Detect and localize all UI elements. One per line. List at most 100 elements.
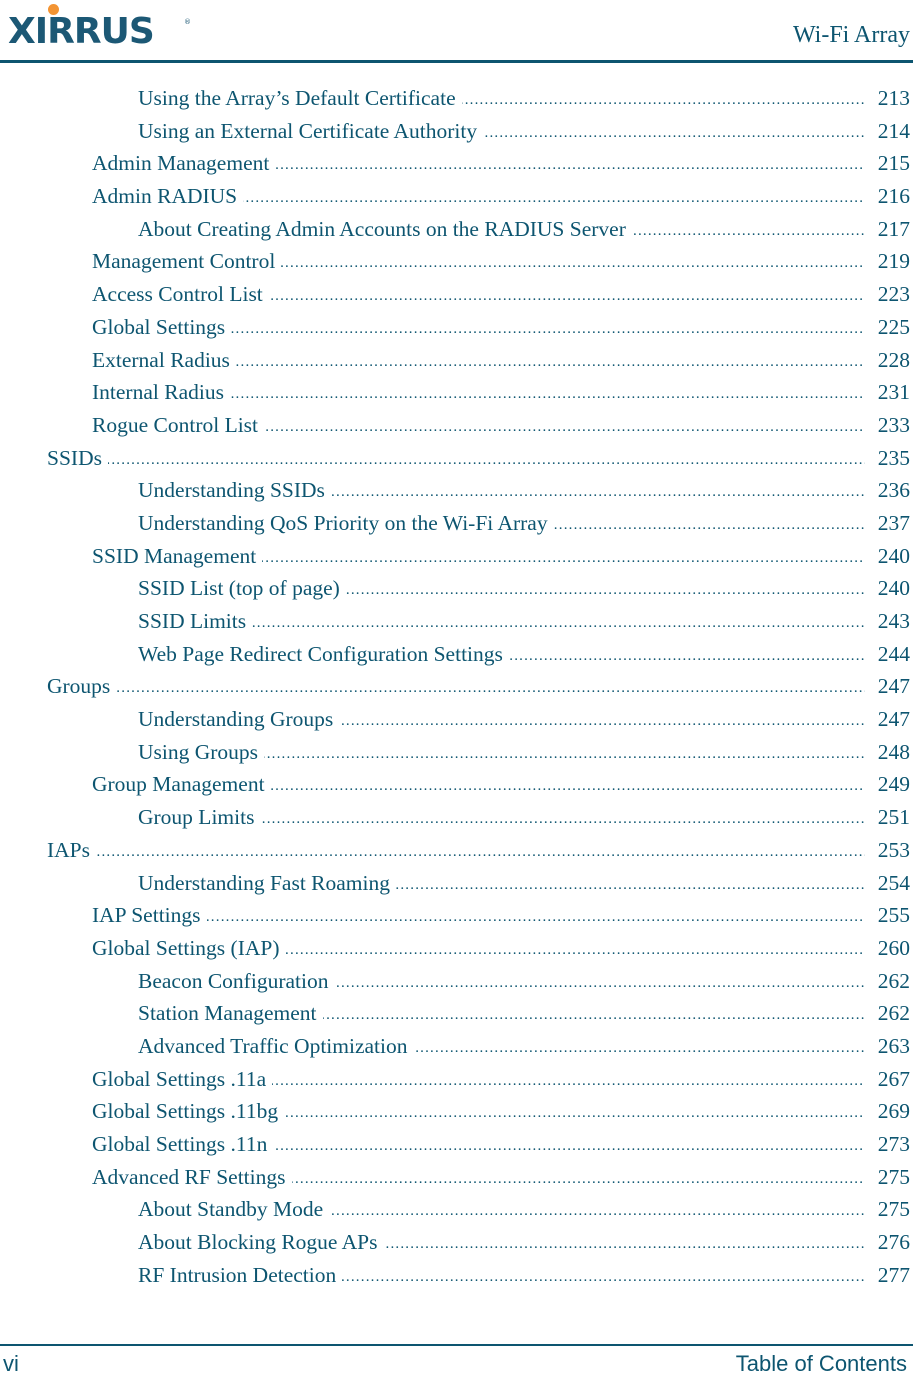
toc-entry[interactable]: ........................................… <box>0 245 913 278</box>
toc-entry-title[interactable]: Global Settings (IAP) <box>92 935 286 960</box>
toc-entry[interactable]: ........................................… <box>0 801 913 834</box>
toc-entry-title[interactable]: About Blocking Rogue APs <box>138 1230 384 1255</box>
toc-entry-page[interactable]: 263 <box>872 1029 910 1062</box>
toc-entry[interactable]: ........................................… <box>0 572 913 605</box>
toc-entry[interactable]: ........................................… <box>0 343 913 377</box>
toc-entry-title[interactable]: Using an External Certificate Authority <box>138 118 484 143</box>
toc-entry-title[interactable]: Group Management <box>92 772 271 797</box>
toc-entry-title[interactable]: Group Limits <box>138 805 261 830</box>
toc-entry-page[interactable]: 223 <box>872 278 910 311</box>
toc-entry[interactable]: ........................................… <box>0 964 913 998</box>
toc-entry-page[interactable]: 244 <box>872 637 910 670</box>
toc-entry[interactable]: ........................................… <box>0 212 913 246</box>
toc-entry-page[interactable]: 262 <box>872 997 910 1030</box>
toc-entry-title[interactable]: Global Settings .11a <box>92 1066 273 1091</box>
toc-entry-title[interactable]: RF Intrusion Detection <box>138 1262 343 1287</box>
toc-entry[interactable]: ........................................… <box>0 376 913 409</box>
toc-entry-page[interactable]: 254 <box>872 866 910 899</box>
toc-entry-title[interactable]: Beacon Configuration <box>138 968 335 993</box>
toc-entry[interactable]: ........................................… <box>0 506 913 540</box>
toc-entry[interactable]: ........................................… <box>0 637 913 671</box>
toc-entry-page[interactable]: 276 <box>872 1226 910 1259</box>
toc-entry-page[interactable]: 240 <box>872 539 910 572</box>
toc-entry[interactable]: ........................................… <box>0 768 913 801</box>
toc-entry-title[interactable]: About Creating Admin Accounts on the RAD… <box>138 216 632 241</box>
toc-entry-title[interactable]: Global Settings .11n <box>92 1132 274 1156</box>
toc-entry-page[interactable]: 235 <box>872 441 910 474</box>
toc-entry[interactable]: ........................................… <box>0 1160 913 1194</box>
toc-entry-page[interactable]: 215 <box>872 147 910 180</box>
toc-entry-title[interactable]: Understanding Groups <box>138 707 340 732</box>
toc-entry-title[interactable]: Rogue Control List <box>92 412 265 437</box>
toc-entry[interactable]: ........................................… <box>0 899 913 932</box>
toc-entry-title[interactable]: Using Groups <box>138 739 265 764</box>
toc-entry-title[interactable]: SSIDs <box>47 445 108 470</box>
toc-entry-title[interactable]: Advanced RF Settings <box>92 1164 292 1189</box>
toc-entry-title[interactable]: IAPs <box>47 837 97 862</box>
toc-entry[interactable]: ........................................… <box>0 539 913 573</box>
toc-entry-page[interactable]: 219 <box>872 245 910 278</box>
toc-entry-title[interactable]: Understanding Fast Roaming <box>138 870 397 895</box>
toc-entry-page[interactable]: 240 <box>872 572 910 605</box>
toc-entry-page[interactable]: 269 <box>872 1095 910 1128</box>
toc-entry[interactable]: ........................................… <box>0 114 913 148</box>
toc-entry[interactable]: ........................................… <box>0 1029 913 1063</box>
toc-entry[interactable]: ........................................… <box>0 1095 913 1128</box>
toc-entry-title[interactable]: Groups <box>47 674 117 699</box>
toc-entry[interactable]: ........................................… <box>0 1226 913 1259</box>
toc-entry-title[interactable]: External Radius <box>92 347 236 372</box>
toc-entry[interactable]: ........................................… <box>0 441 913 475</box>
toc-entry-page[interactable]: 255 <box>872 899 910 932</box>
toc-entry-page[interactable]: 251 <box>872 801 910 834</box>
toc-entry-title[interactable]: Admin RADIUS <box>92 184 244 209</box>
toc-entry[interactable]: ........................................… <box>0 1193 913 1226</box>
toc-entry[interactable]: ........................................… <box>0 180 913 213</box>
toc-entry[interactable]: ........................................… <box>0 408 913 442</box>
toc-entry[interactable]: ........................................… <box>0 931 913 965</box>
toc-entry-title[interactable]: SSID Management <box>92 543 263 568</box>
toc-entry-page[interactable]: 236 <box>872 474 910 507</box>
toc-entry-page[interactable]: 275 <box>872 1193 910 1226</box>
toc-entry-page[interactable]: 217 <box>872 212 910 245</box>
toc-entry-title[interactable]: Admin Management <box>92 151 276 176</box>
toc-entry[interactable]: ........................................… <box>0 1062 913 1096</box>
toc-entry-title[interactable]: Internal Radius <box>92 380 230 405</box>
toc-entry-title[interactable]: Advanced Traffic Optimization <box>138 1033 414 1058</box>
toc-entry-title[interactable]: Understanding QoS Priority on the Wi-Fi … <box>138 510 554 535</box>
toc-entry-page[interactable]: 260 <box>872 931 910 964</box>
toc-entry-title[interactable]: Global Settings .11bg <box>92 1099 285 1124</box>
toc-entry-page[interactable]: 237 <box>872 506 910 539</box>
toc-entry[interactable]: ........................................… <box>0 82 913 115</box>
toc-entry[interactable]: ........................................… <box>0 1258 913 1292</box>
toc-entry-page[interactable]: 277 <box>872 1258 910 1291</box>
toc-entry[interactable]: ........................................… <box>0 997 913 1030</box>
toc-entry-page[interactable]: 243 <box>872 605 910 637</box>
toc-entry-page[interactable]: 216 <box>872 180 910 213</box>
toc-entry[interactable]: ........................................… <box>0 670 913 703</box>
toc-entry-page[interactable]: 249 <box>872 768 910 801</box>
toc-entry[interactable]: ........................................… <box>0 278 913 311</box>
toc-entry-title[interactable]: SSID List (top of page) <box>138 576 346 601</box>
toc-entry[interactable]: ........................................… <box>0 735 913 769</box>
toc-entry-page[interactable]: 262 <box>872 964 910 997</box>
toc-entry[interactable]: ........................................… <box>0 310 913 344</box>
toc-entry-page[interactable]: 247 <box>872 670 910 703</box>
toc-entry-page[interactable]: 267 <box>872 1062 910 1095</box>
toc-entry-page[interactable]: 231 <box>872 376 910 409</box>
toc-entry-title[interactable]: Station Management <box>138 1001 323 1026</box>
toc-entry-title[interactable]: Management Control <box>92 249 282 274</box>
toc-entry-title[interactable]: Using the Array’s Default Certificate <box>138 86 462 110</box>
toc-entry-title[interactable]: Global Settings <box>92 314 232 339</box>
toc-entry[interactable]: ........................................… <box>0 866 913 900</box>
toc-entry-title[interactable]: IAP Settings <box>92 903 207 928</box>
toc-entry-page[interactable]: 213 <box>872 82 910 114</box>
toc-entry-page[interactable]: 214 <box>872 114 910 147</box>
toc-entry-page[interactable]: 273 <box>872 1128 910 1160</box>
toc-entry-page[interactable]: 275 <box>872 1160 910 1193</box>
toc-entry[interactable]: ........................................… <box>0 605 913 638</box>
toc-entry-title[interactable]: About Standby Mode <box>138 1197 330 1222</box>
toc-entry-title[interactable]: Web Page Redirect Configuration Settings <box>138 641 509 666</box>
toc-entry-title[interactable]: SSID Limits <box>138 609 253 633</box>
toc-entry[interactable]: ........................................… <box>0 147 913 180</box>
toc-entry-page[interactable]: 233 <box>872 408 910 441</box>
